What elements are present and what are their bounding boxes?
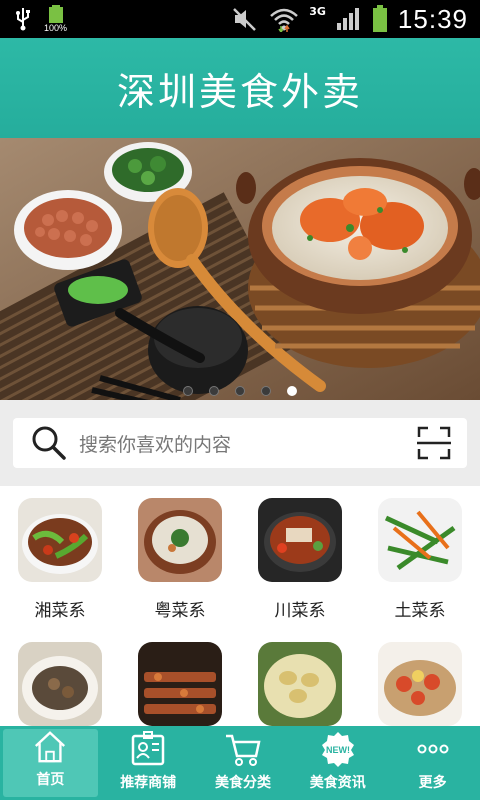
carousel-dot[interactable] (261, 386, 271, 396)
home-icon (35, 731, 66, 763)
nav-label: 推荐商铺 (120, 775, 177, 791)
nav-label: 美食资讯 (309, 775, 366, 791)
category-grid: 湘菜系 粤菜系 川菜系 土菜系 (0, 486, 480, 726)
category-label: 湘菜系 (34, 601, 86, 621)
abalone-dish-image (258, 642, 342, 726)
category-item-seafood-platter[interactable] (360, 642, 480, 726)
home-style-dish-image (378, 498, 462, 582)
nav-label: 首页 (36, 772, 65, 788)
seafood-platter-image (378, 642, 462, 726)
usb-icon (16, 8, 30, 31)
network-type: 3G (309, 4, 326, 18)
cantonese-dish-image (138, 498, 222, 582)
category-item-sichuan[interactable]: 川菜系 (240, 498, 360, 621)
new-badge-icon: NEW! (321, 732, 354, 767)
clay-pot-dish-image (18, 642, 102, 726)
bottom-nav: 首页 推荐商铺 美食分类 NEW! 美食资讯 更多 (0, 726, 480, 800)
category-item-hunan[interactable]: 湘菜系 (0, 498, 120, 621)
scan-icon[interactable] (417, 426, 451, 460)
more-dots-icon (417, 744, 449, 754)
nav-label: 美食分类 (214, 775, 271, 791)
shop-card-icon (131, 731, 165, 766)
nav-food-categories[interactable]: 美食分类 (196, 726, 291, 800)
nav-home[interactable]: 首页 (3, 729, 98, 797)
battery-small-icon: 100% (44, 5, 68, 33)
skewers-dish-image (138, 642, 222, 726)
search-box[interactable]: 搜索你喜欢的内容 (13, 418, 467, 468)
category-label: 川菜系 (274, 601, 326, 621)
carousel-dot[interactable] (235, 386, 245, 396)
status-bar: 100% 3G 15:39 (0, 0, 480, 38)
category-item-cantonese[interactable]: 粤菜系 (120, 498, 240, 621)
page-title: 深圳美食外卖 (116, 69, 363, 114)
nav-label: 更多 (418, 775, 447, 791)
nav-recommended-shops[interactable]: 推荐商铺 (101, 726, 196, 800)
category-item-abalone[interactable] (240, 642, 360, 726)
battery-small-percent: 100% (44, 23, 68, 33)
app-header: 深圳美食外卖 (0, 38, 480, 138)
clock: 15:39 (397, 3, 468, 34)
mute-icon (233, 8, 257, 31)
hunan-dish-image (18, 498, 102, 582)
banner-carousel[interactable] (0, 138, 480, 400)
category-label: 粤菜系 (154, 601, 206, 621)
banner-image (0, 138, 480, 400)
category-item-home-style[interactable]: 土菜系 (360, 498, 480, 621)
carousel-dot-active[interactable] (287, 386, 297, 396)
wifi-icon (270, 8, 299, 32)
sichuan-dish-image (258, 498, 342, 582)
category-item-skewers[interactable] (120, 642, 240, 726)
carousel-dot[interactable] (183, 386, 193, 396)
carousel-dot[interactable] (209, 386, 219, 396)
nav-more[interactable]: 更多 (385, 726, 480, 800)
signal-icon (336, 8, 359, 30)
svg-text:NEW!: NEW! (326, 745, 350, 755)
cart-icon (225, 734, 261, 766)
battery-icon (372, 5, 387, 32)
nav-food-news[interactable]: NEW! 美食资讯 (290, 726, 385, 800)
category-item-clay-pot[interactable] (0, 642, 120, 726)
search-input[interactable]: 搜索你喜欢的内容 (79, 430, 231, 457)
category-label: 土菜系 (394, 601, 446, 621)
carousel-dots (0, 386, 480, 396)
search-section: 搜索你喜欢的内容 (0, 400, 480, 486)
search-icon[interactable] (31, 425, 67, 461)
